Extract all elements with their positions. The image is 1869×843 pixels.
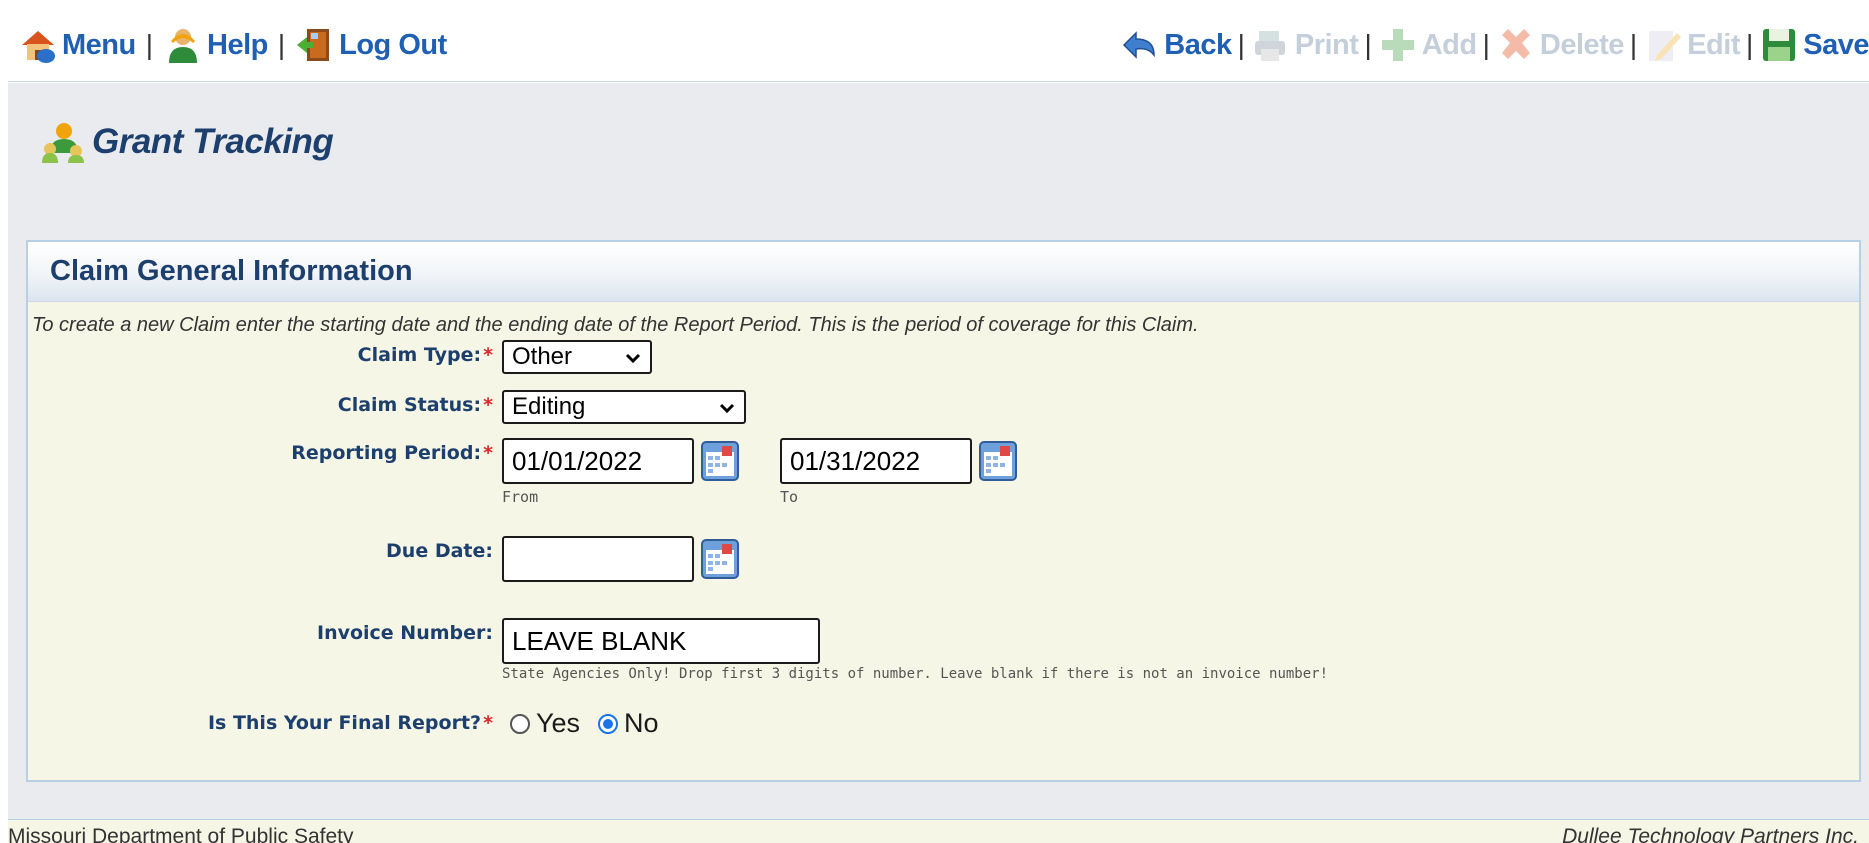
claim-general-info-panel: Claim General Information To create a ne… xyxy=(26,240,1861,782)
home-icon xyxy=(22,31,55,63)
toolbar-left-group: Menu | Help | Log Out xyxy=(18,8,447,82)
edit-label: Edit xyxy=(1687,28,1740,61)
claim-status-value: Editing xyxy=(512,393,586,420)
invoice-number-input[interactable]: LEAVE BLANK xyxy=(502,618,820,664)
due-date-input[interactable] xyxy=(502,536,694,582)
reporting-from-input[interactable]: 01/01/2022 xyxy=(502,438,694,484)
print-label: Print xyxy=(1294,28,1359,61)
help-person-icon xyxy=(169,29,197,63)
footer: Missouri Department of Public Safety Dul… xyxy=(8,819,1869,843)
page-body: Grant Tracking Claim General Information… xyxy=(8,83,1869,819)
claim-type-value: Other xyxy=(512,343,573,370)
menu-label: Menu xyxy=(62,28,136,61)
panel-header: Claim General Information xyxy=(28,242,1859,302)
invoice-hint: State Agencies Only! Drop first 3 digits… xyxy=(502,666,1329,682)
radio-no-label: No xyxy=(624,708,659,738)
door-exit-icon xyxy=(297,29,330,61)
required-marker: * xyxy=(483,344,493,366)
separator: | xyxy=(1745,29,1754,60)
to-hint: To xyxy=(780,488,799,506)
edit-pencil-icon xyxy=(1649,31,1682,61)
reporting-period-label-text: Reporting Period: xyxy=(291,442,482,464)
final-report-label: Is This Your Final Report? * xyxy=(208,712,493,734)
help-link[interactable]: Help xyxy=(163,25,268,65)
menu-link[interactable]: Menu xyxy=(18,25,136,65)
separator: | xyxy=(277,29,286,60)
add-label: Add xyxy=(1421,28,1477,61)
reporting-period-label: Reporting Period: * xyxy=(291,442,493,464)
radio-yes-dot[interactable] xyxy=(510,713,530,734)
separator: | xyxy=(1482,29,1490,60)
add-plus-icon xyxy=(1381,29,1414,61)
logout-label: Log Out xyxy=(339,28,447,61)
required-marker: * xyxy=(483,394,493,416)
print-button[interactable]: Print xyxy=(1251,25,1359,65)
help-label: Help xyxy=(207,28,268,61)
reporting-to-input[interactable]: 01/31/2022 xyxy=(780,438,972,484)
people-group-icon xyxy=(42,123,84,163)
separator: | xyxy=(145,29,153,60)
final-report-no-radio[interactable]: No xyxy=(598,708,659,739)
claim-status-label: Claim Status: * xyxy=(338,394,493,416)
from-hint: From xyxy=(502,488,539,506)
printer-icon xyxy=(1254,31,1285,61)
add-button[interactable]: Add xyxy=(1378,25,1477,65)
edit-button[interactable]: Edit xyxy=(1643,25,1740,65)
invoice-number-label-text: Invoice Number: xyxy=(317,622,493,644)
app-title-text: Grant Tracking xyxy=(92,122,334,161)
save-disk-icon xyxy=(1763,29,1796,61)
app-title: Grant Tracking xyxy=(40,119,334,165)
required-marker: * xyxy=(483,712,493,734)
invoice-number-label: Invoice Number: xyxy=(317,622,493,644)
toolbar-right-group: Back | Print | Add | Delete | Edit | Sav… xyxy=(1120,8,1869,82)
claim-status-label-text: Claim Status: xyxy=(337,394,482,416)
chevron-down-icon xyxy=(625,353,641,364)
chevron-down-icon xyxy=(719,403,735,414)
calendar-icon[interactable] xyxy=(700,436,740,482)
back-button[interactable]: Back xyxy=(1120,25,1232,65)
save-button[interactable]: Save xyxy=(1759,25,1869,65)
delete-button[interactable]: Delete xyxy=(1496,25,1624,65)
save-label: Save xyxy=(1803,28,1869,61)
separator: | xyxy=(1629,29,1638,60)
final-report-label-text: Is This Your Final Report? xyxy=(207,712,482,734)
delete-label: Delete xyxy=(1539,28,1625,61)
footer-right-text: Dullee Technology Partners Inc. xyxy=(1562,825,1859,843)
due-date-label-text: Due Date: xyxy=(386,540,493,562)
radio-yes-label: Yes xyxy=(536,708,581,738)
claim-status-select[interactable]: Editing xyxy=(502,390,746,424)
claim-type-select[interactable]: Other xyxy=(502,340,652,374)
final-report-yes-radio[interactable]: Yes xyxy=(510,708,580,739)
footer-left-text: Missouri Department of Public Safety xyxy=(8,825,354,843)
claim-type-label-text: Claim Type: xyxy=(357,344,482,366)
calendar-icon[interactable] xyxy=(700,534,740,580)
calendar-icon[interactable] xyxy=(978,436,1018,482)
separator: | xyxy=(1237,29,1245,60)
logout-link[interactable]: Log Out xyxy=(295,25,447,65)
claim-type-label: Claim Type: * xyxy=(358,344,493,366)
back-label: Back xyxy=(1164,28,1232,61)
required-marker: * xyxy=(483,442,493,464)
panel-instructions: To create a new Claim enter the starting… xyxy=(32,314,1199,336)
top-toolbar: Menu | Help | Log Out Back | Print | Add… xyxy=(8,8,1869,82)
panel-title: Claim General Information xyxy=(50,255,413,287)
delete-x-icon xyxy=(1501,29,1530,59)
separator: | xyxy=(1364,29,1372,60)
radio-no-dot[interactable] xyxy=(598,713,618,734)
due-date-label: Due Date: xyxy=(386,540,493,562)
back-arrow-icon xyxy=(1123,31,1156,59)
